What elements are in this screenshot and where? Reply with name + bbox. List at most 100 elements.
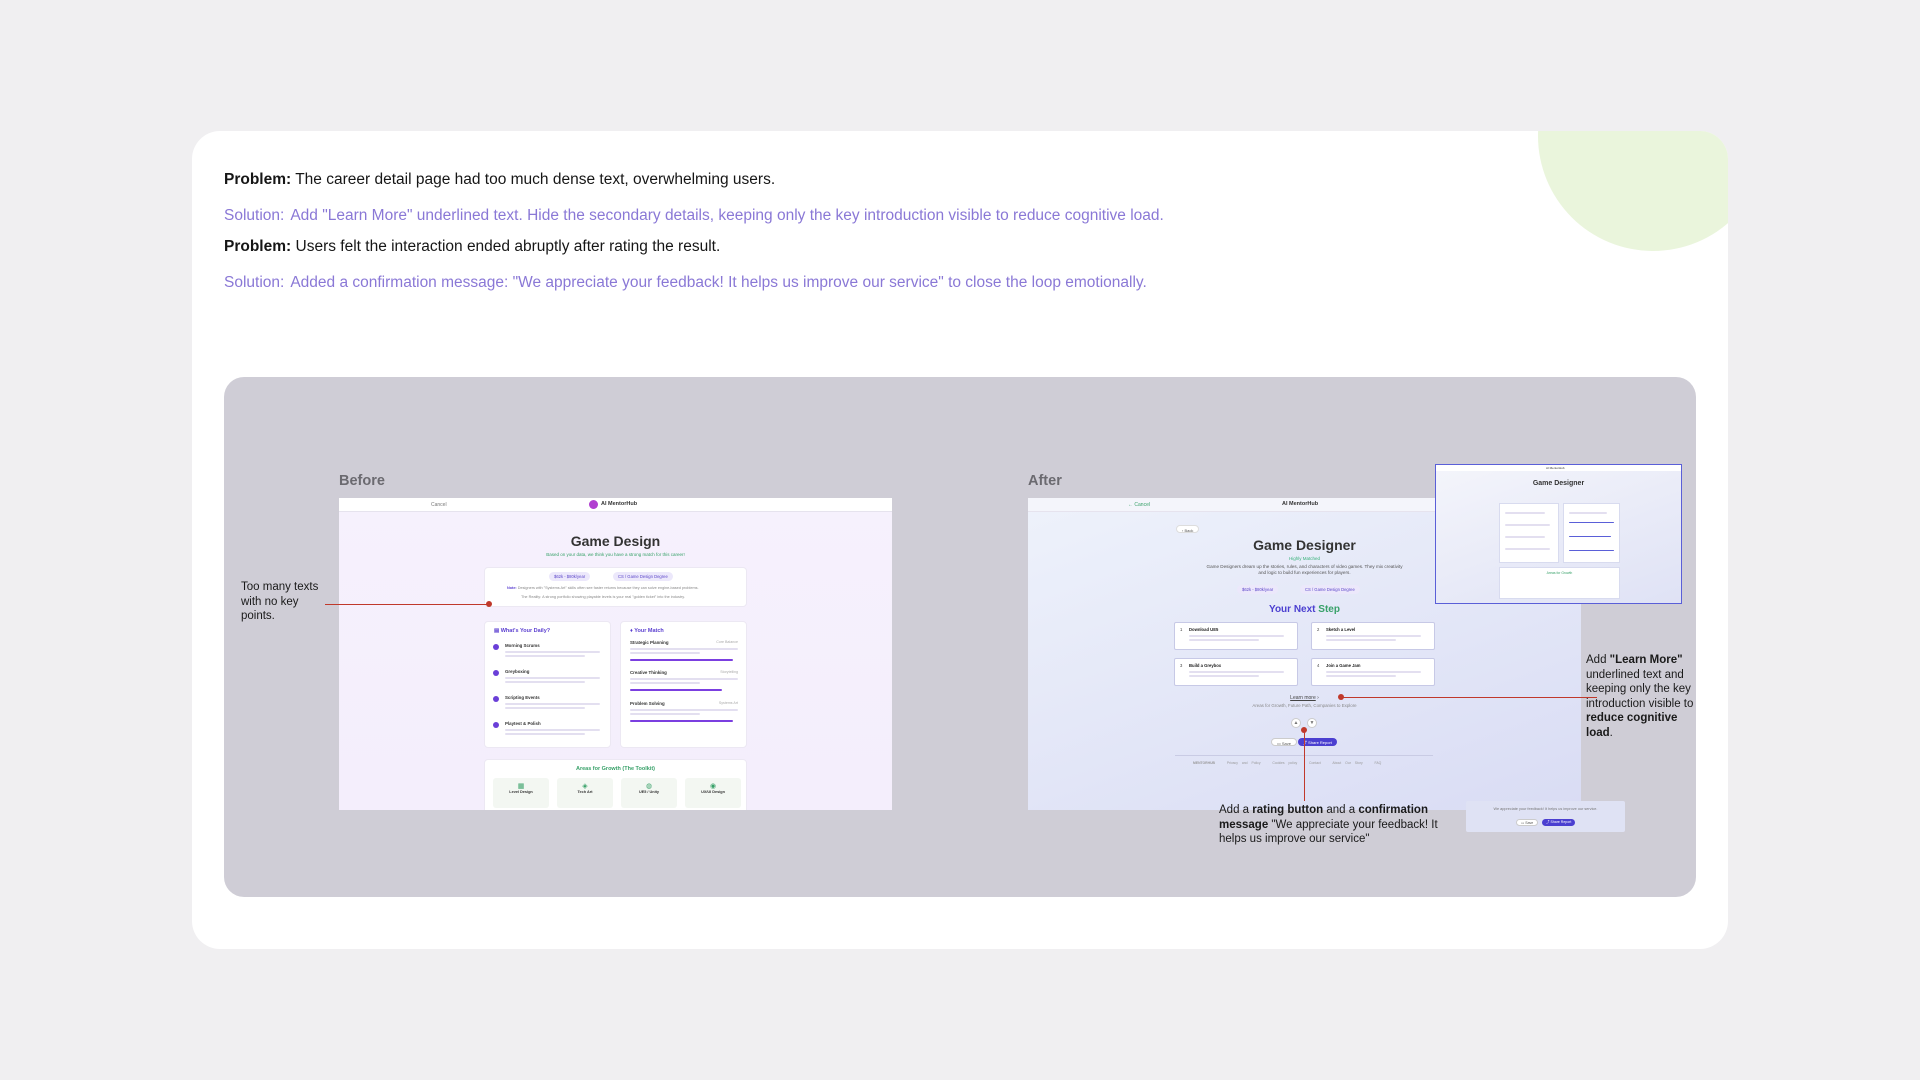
- decorative-circle: [1538, 131, 1728, 251]
- match-item-title: Problem Solving: [630, 701, 665, 706]
- match-item-text: [630, 678, 738, 680]
- match-level-bar: [630, 659, 733, 661]
- daily-item-icon: [493, 670, 499, 676]
- growth-item: ▦ Level Design: [493, 778, 549, 808]
- annotation-line: [1304, 730, 1305, 801]
- match-item-text: [630, 652, 700, 654]
- daily-item-text: [505, 677, 600, 679]
- annotation-line: [325, 604, 488, 605]
- case-study-card: Problem: The career detail page had too …: [192, 131, 1728, 949]
- salary-chip: $62k - $80k/year: [549, 572, 591, 581]
- salary-chip: $62k - $80k/year: [1237, 585, 1279, 594]
- brand-logo-icon: [589, 500, 598, 509]
- daily-item-text: [505, 729, 600, 731]
- after-label: After: [1028, 473, 1062, 489]
- after-brand: AI MentorHub: [1282, 501, 1319, 507]
- inset-card: [1563, 503, 1620, 563]
- daily-item-text: [505, 733, 585, 735]
- match-level-bar: [630, 689, 722, 691]
- daily-item-title: Playtest & Polish: [505, 721, 541, 726]
- annotation-line: [1341, 697, 1597, 698]
- step-card: 1 Download UE5: [1174, 622, 1298, 650]
- daily-item-text: [505, 655, 585, 657]
- learn-more-subtitle: Areas for Growth, Future Path, Companies…: [1252, 703, 1357, 708]
- comparison-panel: Before After Cancel AI MentorHub Game De…: [224, 377, 1696, 897]
- match-item-tag: Core Balance: [716, 640, 738, 644]
- match-item-text: [630, 648, 738, 650]
- step-card: 3 Build a Greybox: [1174, 658, 1298, 686]
- problem-1: Problem: The career detail page had too …: [224, 171, 776, 188]
- daily-item-icon: [493, 644, 499, 650]
- confirmation-message: We appreciate your feedback! It helps us…: [1493, 807, 1598, 811]
- share-report-button[interactable]: ⤴ Share Report: [1542, 819, 1576, 826]
- growth-item: ◈ Tech Art: [557, 778, 613, 808]
- growth-title: Areas for Growth (The Toolkit): [575, 766, 656, 772]
- before-intro-box: $62k - $80k/year CS / Game Design Degree…: [484, 567, 747, 607]
- match-item-tag: Systems Art: [718, 701, 738, 705]
- daily-card: ▤ What's Your Daily? Morning Scrums Grey…: [484, 621, 611, 748]
- daily-item-text: [505, 703, 600, 705]
- after-intro: Game Designers dream up the stories, rul…: [1206, 564, 1403, 575]
- thumbs-down-icon[interactable]: ▼: [1307, 718, 1317, 728]
- after-footer: MENTORHUB Privacy and Policy Cookies pol…: [1193, 761, 1382, 765]
- inset-title: Game Designer: [1532, 480, 1585, 487]
- daily-item-title: Scripting Events: [505, 695, 540, 700]
- cube-icon: ◍: [645, 783, 653, 790]
- before-subtitle: Based on your data, we think you have a …: [546, 552, 685, 557]
- map-icon: ▦: [517, 783, 525, 790]
- daily-item-icon: [493, 696, 499, 702]
- rating-annotation: Add a rating button and a confirmation m…: [1219, 804, 1438, 845]
- daily-item-icon: [493, 722, 499, 728]
- step-card: 2 Sketch a Level: [1311, 622, 1435, 650]
- save-button[interactable]: ▭ Save: [1516, 819, 1539, 826]
- save-button[interactable]: ▭ Save: [1271, 738, 1298, 746]
- daily-item-text: [505, 707, 585, 709]
- inset-growth: Areas for Growth: [1499, 567, 1620, 599]
- before-label: Before: [339, 473, 385, 489]
- learn-more-annotation: Add "Learn More" underlined text and kee…: [1586, 654, 1694, 739]
- match-item-text: [630, 709, 738, 711]
- learn-more-expanded-inset: AI MentorHub Game Designer Areas for Gro…: [1435, 464, 1682, 604]
- before-intro-text: Note: Designers with "Systems Art" skill…: [507, 586, 699, 590]
- inset-brand: AI MentorHub: [1546, 466, 1565, 470]
- palette-icon: ◈: [582, 783, 588, 790]
- inset-card: [1499, 503, 1559, 563]
- growth-item: ◉ UX/UI Design: [685, 778, 741, 808]
- solution-1: Solution: Add "Learn More" underlined tex…: [224, 207, 1164, 224]
- match-item-text: [630, 682, 700, 684]
- before-topbar: Cancel AI MentorHub: [339, 498, 892, 512]
- match-card: ♦ Your Match Strategic Planning Core Bal…: [620, 621, 747, 748]
- before-cancel-link[interactable]: Cancel: [431, 502, 447, 508]
- growth-item: ◍ UE5 / Unity: [621, 778, 677, 808]
- back-button[interactable]: ‹ Back: [1176, 525, 1200, 533]
- layers-icon: ◉: [709, 783, 717, 790]
- next-step-title: Your Next Step: [1269, 604, 1340, 615]
- daily-item-text: [505, 681, 585, 683]
- before-brand: AI MentorHub: [601, 501, 638, 507]
- before-annotation: Too many texts with no key points.: [241, 581, 319, 622]
- solution-2: Solution: Added a confirmation message: "…: [224, 274, 1147, 291]
- daily-item-title: Greyboxing: [505, 669, 530, 674]
- match-item-tag: Storytelling: [720, 670, 738, 674]
- degree-chip: CS / Game Design Degree: [613, 572, 673, 581]
- daily-item-text: [505, 651, 600, 653]
- problem-2: Problem: Users felt the interaction ende…: [224, 238, 721, 255]
- thumbs-up-icon[interactable]: ▲: [1291, 718, 1301, 728]
- confirmation-inset: We appreciate your feedback! It helps us…: [1466, 801, 1625, 832]
- before-title: Game Design: [570, 533, 661, 549]
- match-item-title: Strategic Planning: [630, 640, 669, 645]
- growth-card: Areas for Growth (The Toolkit) ▦ Level De…: [484, 759, 747, 810]
- step-card: 4 Join a Game Jam: [1311, 658, 1435, 686]
- match-level-bar: [630, 720, 733, 722]
- after-cancel-link[interactable]: ← Cancel: [1128, 502, 1150, 508]
- before-intro-text-2: The Reality: A strong portfolio showing …: [521, 595, 685, 599]
- degree-chip: CS / Game Design Degree: [1300, 585, 1360, 594]
- match-item-title: Creative Thinking: [630, 670, 667, 675]
- before-screenshot: Cancel AI MentorHub Game Design Based on…: [339, 498, 892, 810]
- annotation-dot: [486, 601, 492, 607]
- learn-more-link[interactable]: Learn more ›: [1028, 695, 1581, 701]
- daily-title: ▤ What's Your Daily?: [494, 628, 551, 634]
- match-item-text: [630, 713, 700, 715]
- daily-item-title: Morning Scrums: [505, 643, 540, 648]
- match-title: ♦ Your Match: [630, 628, 664, 634]
